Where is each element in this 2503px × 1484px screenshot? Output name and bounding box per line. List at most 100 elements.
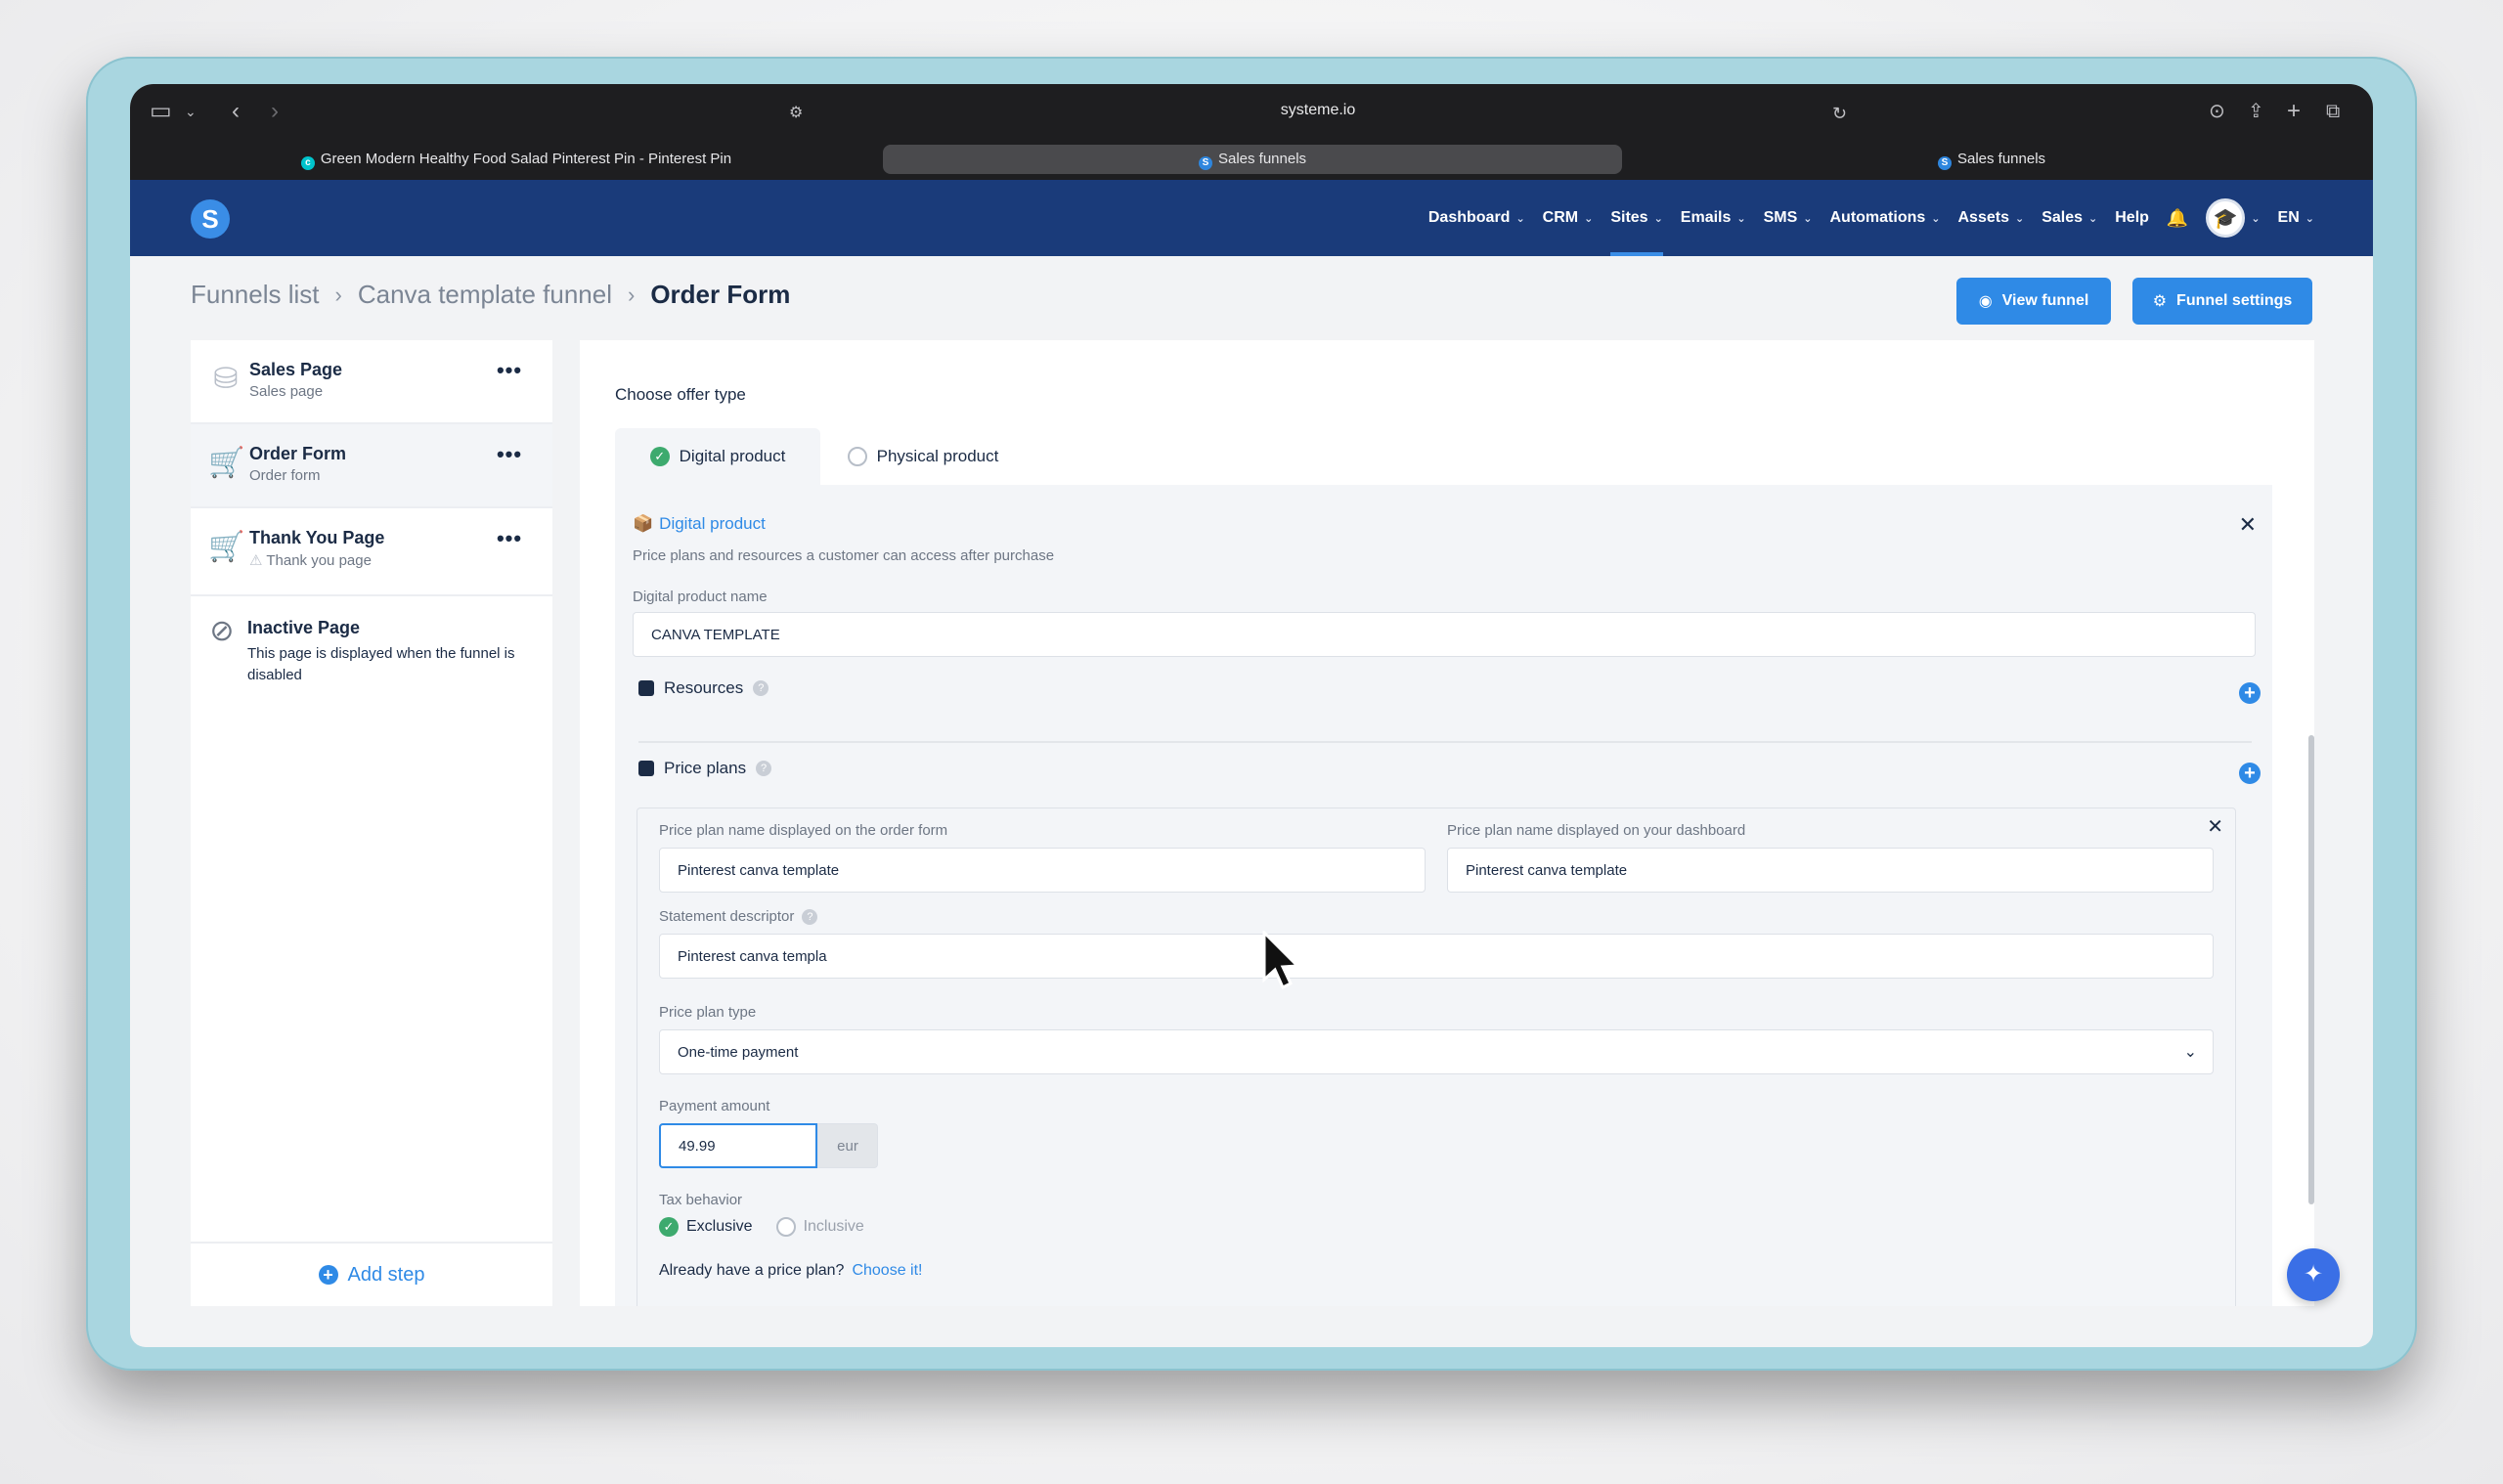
scrollbar[interactable] <box>2308 735 2314 1204</box>
help-icon[interactable]: ? <box>802 908 818 925</box>
breadcrumb-funnel[interactable]: Canva template funnel <box>358 280 612 310</box>
funnel-settings-button[interactable]: ⚙ Funnel settings <box>2132 278 2312 325</box>
choose-existing-plan-link[interactable]: Choose it! <box>852 1262 922 1280</box>
help-icon[interactable]: ? <box>756 761 772 776</box>
forward-icon[interactable]: › <box>271 98 279 125</box>
chevron-down-icon: ⌄ <box>1736 212 1746 225</box>
product-name-input[interactable]: CANVA TEMPLATE <box>633 612 2256 657</box>
chevron-down-icon: ⌄ <box>1931 212 1941 225</box>
add-resource-icon[interactable]: + <box>2239 682 2261 704</box>
statement-descriptor-input[interactable]: Pinterest canva templa <box>659 934 2214 979</box>
nav-dashboard[interactable]: Dashboard ⌄ <box>1428 180 1525 256</box>
radio-empty-icon[interactable] <box>775 1217 796 1237</box>
systeme-logo[interactable]: S <box>191 199 230 239</box>
step-title: Order Form <box>249 444 347 463</box>
tab-sales-funnels-active[interactable]: S Sales funnels <box>883 145 1622 174</box>
disabled-icon: ⊘ <box>209 615 235 647</box>
nav-assets[interactable]: Assets ⌄ <box>1958 180 2025 256</box>
avatar: 🎓 <box>2206 198 2246 238</box>
wallet-icon <box>638 761 654 776</box>
more-options-icon[interactable]: ••• <box>492 360 527 387</box>
view-funnel-label: View funnel <box>2001 292 2089 309</box>
close-icon[interactable]: ✕ <box>2207 814 2223 839</box>
tab-label: Digital product <box>679 447 786 465</box>
bell-icon[interactable]: 🔔 <box>2167 208 2188 229</box>
breadcrumb-funnels-list[interactable]: Funnels list <box>191 280 320 310</box>
add-step-button[interactable]: + Add step <box>191 1242 552 1306</box>
tab-canva[interactable]: c Green Modern Healthy Food Salad Pintere… <box>140 145 893 174</box>
nav-sms[interactable]: SMS ⌄ <box>1764 180 1813 256</box>
step-subtitle-row: ⚠ Thank you page <box>249 551 372 569</box>
nav-label: Dashboard <box>1427 209 1511 226</box>
close-icon[interactable]: ✕ <box>2239 512 2257 538</box>
tax-option-inclusive[interactable]: Inclusive <box>804 1218 864 1236</box>
order-form-name-label: Price plan name displayed on the order f… <box>659 822 947 839</box>
order-form-name-input[interactable]: Pinterest canva template <box>659 848 1426 893</box>
chevron-down-icon: ⌄ <box>2251 212 2261 225</box>
nav-sales[interactable]: Sales ⌄ <box>2042 180 2097 256</box>
price-plans-label: Price plans <box>664 759 747 777</box>
label-text: Payment amount <box>659 1098 770 1114</box>
view-funnel-button[interactable]: ◉ View funnel <box>1956 278 2111 325</box>
nav-label: Automations <box>1829 209 1926 226</box>
chevron-down-icon[interactable]: ⌄ <box>185 98 197 125</box>
tab-sales-funnels[interactable]: S Sales funnels <box>1622 145 2361 174</box>
sparkle-icon: ✦ <box>2303 1261 2324 1288</box>
chevron-right-icon: › <box>334 282 342 307</box>
download-icon[interactable]: ⊙ <box>2209 98 2225 125</box>
price-plans-header: Price plans ? <box>638 759 772 778</box>
more-options-icon[interactable]: ••• <box>492 528 527 555</box>
new-tab-icon[interactable]: + <box>2287 98 2301 125</box>
nav-crm[interactable]: CRM ⌄ <box>1543 180 1594 256</box>
dashboard-name-input[interactable]: Pinterest canva template <box>1447 848 2214 893</box>
resources-icon <box>638 680 654 696</box>
user-menu[interactable]: 🎓 ⌄ <box>2206 180 2261 256</box>
check-circle-icon[interactable]: ✓ <box>659 1217 679 1237</box>
device-frame: ▭ ⌄ ‹ › ⚙ systeme.io ↻ ⊙ ⇪ + ⧉ c Green Mo… <box>86 57 2417 1371</box>
funnel-settings-label: Funnel settings <box>2176 292 2293 309</box>
mouse-cursor-icon <box>1262 931 1301 990</box>
chevron-down-icon: ⌄ <box>1803 212 1813 225</box>
back-icon[interactable]: ‹ <box>232 98 240 125</box>
step-order-form[interactable]: 🛒 Order Form Order form ••• <box>191 424 552 508</box>
offer-type-tabs: ✓ Digital product Physical product <box>615 428 1026 485</box>
language-selector[interactable]: EN ⌄ <box>2278 180 2314 256</box>
nav-label: SMS <box>1763 209 1798 226</box>
sidebar-toggle-icon[interactable]: ▭ <box>150 98 172 125</box>
step-thank-you-page[interactable]: 🛒 Thank You Page ⚠ Thank you page ••• <box>191 508 552 596</box>
resources-label: Resources <box>664 678 744 697</box>
input-value: CANVA TEMPLATE <box>651 626 780 643</box>
language-label: EN <box>2277 209 2300 226</box>
tab-physical-product[interactable]: Physical product <box>820 428 1026 485</box>
warning-icon: ⚠ <box>249 552 263 569</box>
nav-automations[interactable]: Automations ⌄ <box>1830 180 1941 256</box>
nav-help[interactable]: Help <box>2115 180 2149 256</box>
price-plan-type-select[interactable]: One-time payment ⌄ <box>659 1029 2214 1074</box>
chevron-down-icon: ⌄ <box>2014 212 2025 225</box>
label-text: Digital product name <box>633 589 768 605</box>
radio-empty-icon <box>847 447 867 466</box>
ai-assistant-button[interactable]: ✦ <box>2287 1248 2340 1301</box>
tab-label: Sales funnels <box>1217 151 1307 167</box>
payment-amount-input[interactable]: 49.99 <box>659 1123 817 1168</box>
systeme-icon: S <box>1198 156 1212 170</box>
funnel-steps-panel: ⛁ Sales Page Sales page ••• 🛒 Order Form… <box>191 340 552 1306</box>
help-icon[interactable]: ? <box>753 680 769 696</box>
more-options-icon[interactable]: ••• <box>492 444 527 471</box>
step-sales-page[interactable]: ⛁ Sales Page Sales page ••• <box>191 340 552 424</box>
label-text: Price plan name displayed on your dashbo… <box>1447 822 1746 839</box>
tax-option-exclusive[interactable]: Exclusive <box>686 1218 753 1236</box>
add-price-plan-icon[interactable]: + <box>2239 763 2261 784</box>
breadcrumb-current: Order Form <box>650 280 791 309</box>
tab-overview-icon[interactable]: ⧉ <box>2326 98 2340 125</box>
add-step-label: Add step <box>347 1263 425 1286</box>
share-icon[interactable]: ⇪ <box>2248 98 2264 125</box>
nav-sites[interactable]: Sites ⌄ <box>1610 180 1664 256</box>
label-text: Statement descriptor <box>659 908 795 925</box>
address-bar[interactable]: ⚙ systeme.io ↻ <box>789 94 1847 129</box>
step-inactive-page[interactable]: ⊘ Inactive Page This page is displayed w… <box>191 598 552 696</box>
nav-emails[interactable]: Emails ⌄ <box>1681 180 1746 256</box>
reload-icon[interactable]: ↻ <box>1832 100 1847 127</box>
tab-digital-product[interactable]: ✓ Digital product <box>615 428 820 485</box>
inactive-title: Inactive Page <box>247 618 361 637</box>
